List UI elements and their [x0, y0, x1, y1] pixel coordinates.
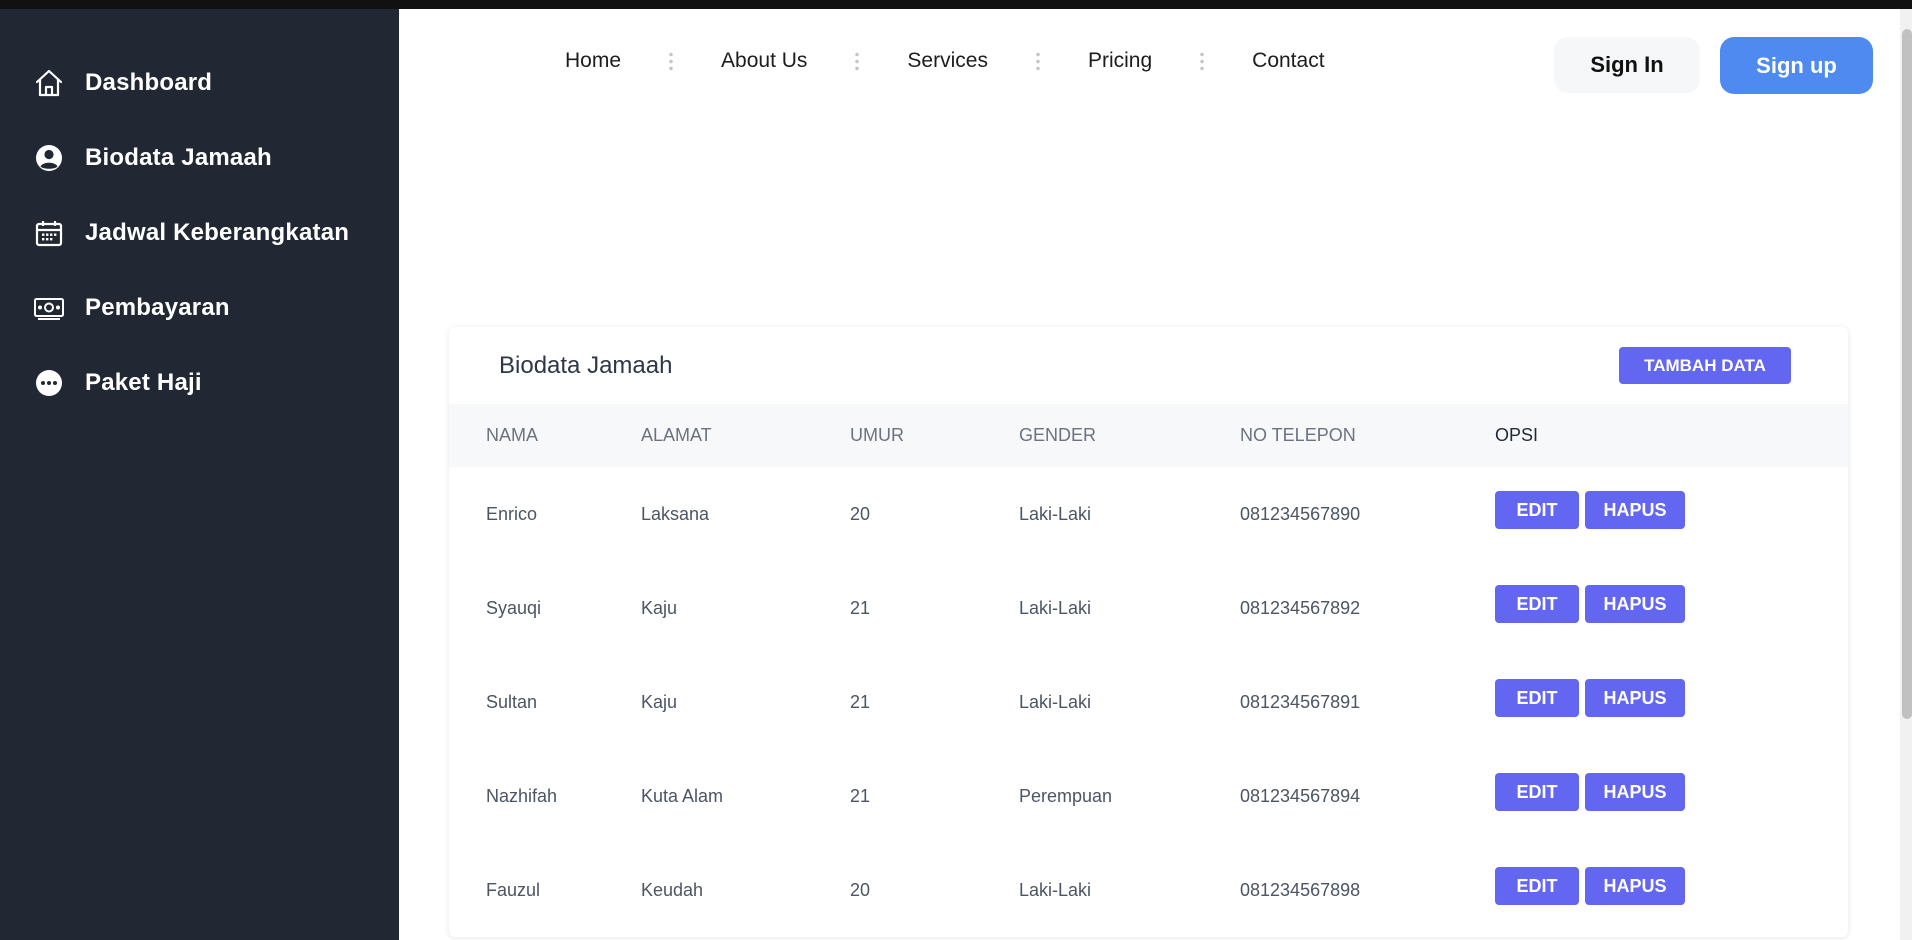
- money-icon: [31, 290, 67, 326]
- nav-link-about-us[interactable]: About Us: [721, 49, 807, 73]
- column-header-no-telepon: NO TELEPON: [1240, 425, 1356, 445]
- cell-umur: 20: [850, 503, 871, 524]
- sidebar-item-label: Biodata Jamaah: [85, 143, 272, 171]
- edit-button[interactable]: EDIT: [1495, 867, 1579, 905]
- sidebar-item-jadwal-keberangkatan[interactable]: Jadwal Keberangkatan: [0, 195, 399, 270]
- column-header-nama: NAMA: [486, 425, 539, 445]
- calendar-icon: [31, 215, 67, 251]
- delete-button[interactable]: HAPUS: [1585, 773, 1685, 811]
- row-actions: EDIT HAPUS: [1495, 867, 1848, 905]
- cell-alamat: Keudah: [641, 879, 704, 900]
- nav-separator: [1035, 51, 1040, 71]
- delete-button[interactable]: HAPUS: [1585, 491, 1685, 529]
- row-actions: EDIT HAPUS: [1495, 491, 1848, 529]
- cell-opsi: EDIT HAPUS: [1495, 655, 1848, 749]
- sign-in-button[interactable]: Sign In: [1554, 37, 1700, 93]
- cell-nama: Fauzul: [486, 879, 541, 900]
- cell-alamat: Kaju: [641, 691, 678, 712]
- column-header-umur: UMUR: [850, 425, 904, 445]
- more-dots-icon: [31, 365, 67, 401]
- card-title: Biodata Jamaah: [499, 352, 673, 379]
- cell-gender: Perempuan: [1019, 785, 1113, 806]
- edit-button[interactable]: EDIT: [1495, 773, 1579, 811]
- cell-gender: Laki-Laki: [1019, 597, 1092, 618]
- sidebar-item-label: Pembayaran: [85, 293, 230, 321]
- sidebar-item-label: Jadwal Keberangkatan: [85, 218, 350, 246]
- biodata-table: NAMA ALAMAT UMUR GENDER NO TELEPON OPSI …: [449, 404, 1848, 937]
- cell-telepon: 081234567892: [1240, 597, 1361, 618]
- biodata-card: Biodata Jamaah TAMBAH DATA NAMA ALAMAT U…: [449, 327, 1848, 937]
- cell-telepon: 081234567894: [1240, 785, 1361, 806]
- cell-nama: Syauqi: [486, 597, 542, 618]
- table-row: Fauzul Keudah 20 Laki-Laki 081234567898 …: [449, 843, 1848, 937]
- sidebar-item-label: Paket Haji: [85, 368, 202, 396]
- table-row: Enrico Laksana 20 Laki-Laki 081234567890…: [449, 467, 1848, 561]
- nav-link-home[interactable]: Home: [565, 49, 621, 73]
- nav-link-contact[interactable]: Contact: [1252, 49, 1324, 73]
- cell-alamat: Laksana: [641, 503, 710, 524]
- nav-separator: [669, 51, 674, 71]
- row-actions: EDIT HAPUS: [1495, 585, 1848, 623]
- edit-button[interactable]: EDIT: [1495, 679, 1579, 717]
- nav-separator: [855, 51, 860, 71]
- scrollbar-thumb[interactable]: [1902, 29, 1912, 719]
- nav-link-pricing[interactable]: Pricing: [1088, 49, 1152, 73]
- nav-separator: [1200, 51, 1205, 71]
- cell-telepon: 081234567890: [1240, 503, 1361, 524]
- cell-umur: 21: [850, 597, 871, 618]
- edit-button[interactable]: EDIT: [1495, 585, 1579, 623]
- cell-opsi: EDIT HAPUS: [1495, 467, 1848, 561]
- cell-alamat: Kuta Alam: [641, 785, 724, 806]
- cell-nama: Nazhifah: [486, 785, 558, 806]
- column-header-gender: GENDER: [1019, 425, 1097, 445]
- cell-opsi: EDIT HAPUS: [1495, 561, 1848, 655]
- cell-umur: 21: [850, 785, 871, 806]
- cell-gender: Laki-Laki: [1019, 503, 1092, 524]
- sidebar-item-biodata-jamaah[interactable]: Biodata Jamaah: [0, 120, 399, 195]
- cell-opsi: EDIT HAPUS: [1495, 843, 1848, 937]
- row-actions: EDIT HAPUS: [1495, 679, 1848, 717]
- cell-telepon: 081234567898: [1240, 879, 1361, 900]
- cell-umur: 20: [850, 879, 871, 900]
- column-header-alamat: ALAMAT: [641, 425, 712, 445]
- sidebar-item-paket-haji[interactable]: Paket Haji: [0, 345, 399, 420]
- card-header: Biodata Jamaah TAMBAH DATA: [449, 327, 1848, 404]
- cell-nama: Enrico: [486, 503, 538, 524]
- edit-button[interactable]: EDIT: [1495, 491, 1579, 529]
- delete-button[interactable]: HAPUS: [1585, 867, 1685, 905]
- cell-telepon: 081234567891: [1240, 691, 1361, 712]
- cell-opsi: EDIT HAPUS: [1495, 749, 1848, 843]
- page-scrollbar[interactable]: [1900, 9, 1912, 940]
- cell-umur: 21: [850, 691, 871, 712]
- top-navbar: Home About Us Services Pricing Contact S…: [399, 9, 1900, 124]
- sidebar-item-dashboard[interactable]: Dashboard: [0, 45, 399, 120]
- cell-alamat: Kaju: [641, 597, 678, 618]
- nav-link-services[interactable]: Services: [907, 49, 988, 73]
- table-row: Sultan Kaju 21 Laki-Laki 081234567891 ED…: [449, 655, 1848, 749]
- browser-top-bar: [0, 0, 1912, 9]
- sidebar-item-label: Dashboard: [85, 68, 213, 96]
- cell-nama: Sultan: [486, 691, 538, 712]
- sign-up-button[interactable]: Sign up: [1720, 37, 1873, 94]
- delete-button[interactable]: HAPUS: [1585, 679, 1685, 717]
- nav-links: Home About Us Services Pricing Contact: [565, 49, 1325, 73]
- cell-gender: Laki-Laki: [1019, 879, 1092, 900]
- add-data-button[interactable]: TAMBAH DATA: [1619, 347, 1791, 384]
- table-row: Syauqi Kaju 21 Laki-Laki 081234567892 ED…: [449, 561, 1848, 655]
- cell-gender: Laki-Laki: [1019, 691, 1092, 712]
- row-actions: EDIT HAPUS: [1495, 773, 1848, 811]
- sidebar: Dashboard Biodata Jamaah Jadwal Keberang…: [0, 9, 399, 940]
- column-header-opsi: OPSI: [1495, 425, 1539, 445]
- home-icon: [31, 65, 67, 101]
- user-circle-icon: [31, 140, 67, 176]
- table-row: Nazhifah Kuta Alam 21 Perempuan 08123456…: [449, 749, 1848, 843]
- sidebar-item-pembayaran[interactable]: Pembayaran: [0, 270, 399, 345]
- delete-button[interactable]: HAPUS: [1585, 585, 1685, 623]
- table-header-row: NAMA ALAMAT UMUR GENDER NO TELEPON OPSI: [449, 404, 1848, 467]
